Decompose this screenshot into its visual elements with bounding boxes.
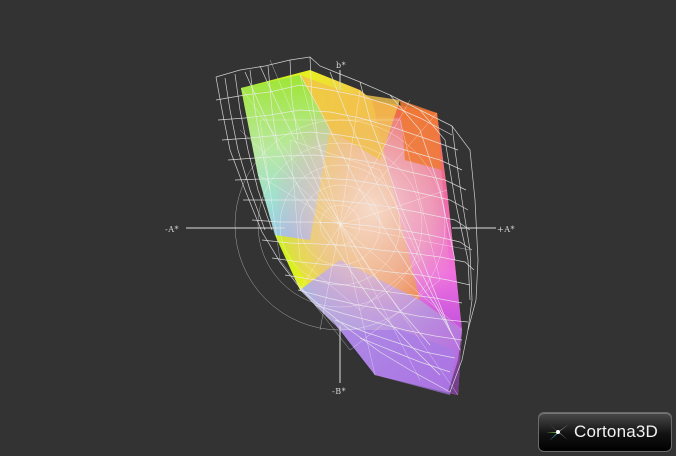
cortona3d-logo-icon — [546, 423, 569, 441]
vrml-3d-viewport[interactable]: b* -A* +A* -B* Cortona3D — [0, 0, 676, 456]
axis-label-a-minus: -A* — [165, 225, 179, 234]
cortona3d-logo-text: Cortona3D — [574, 422, 659, 441]
axis-label-b-minus: -B* — [332, 387, 347, 396]
axis-label-b-plus: b* — [336, 61, 347, 70]
cortona3d-logo-button[interactable]: Cortona3D — [538, 412, 672, 452]
axis-label-a-plus: +A* — [497, 225, 515, 234]
gamut-solid — [241, 70, 462, 395]
